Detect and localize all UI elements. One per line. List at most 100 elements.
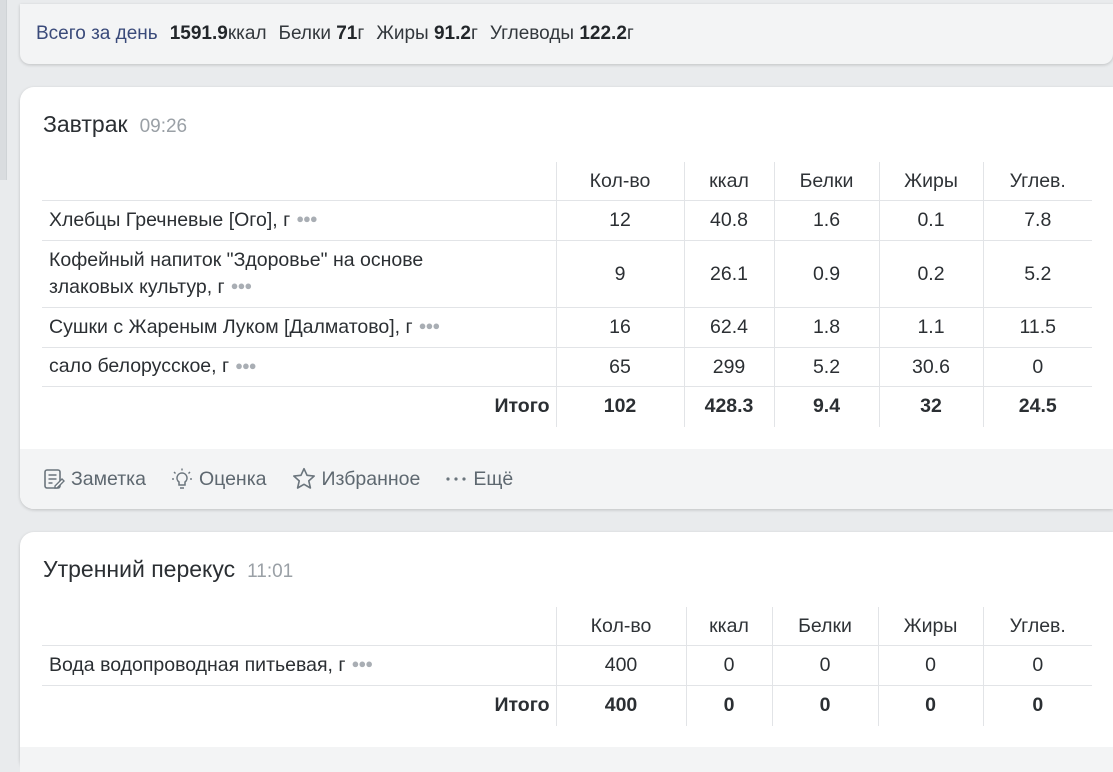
day-protein-value: 71 — [336, 23, 358, 44]
food-protein: 0.9 — [773, 240, 879, 308]
food-name[interactable]: Сушки с Жареным Луком [Далматово], г ●●● — [42, 307, 556, 348]
food-fat: 0 — [877, 645, 983, 686]
food-name[interactable]: Кофейный напиток "Здоровье" на основе зла… — [42, 240, 556, 308]
total-row: Итого 400 0 0 0 0 — [42, 685, 1092, 726]
food-kcal: 299 — [683, 347, 774, 387]
food-kcal: 0 — [685, 645, 772, 686]
food-protein: 5.2 — [773, 347, 879, 387]
meal-title-row: Завтрак 09:26 — [43, 111, 187, 138]
table-row[interactable]: Сушки с Жареным Луком [Далматово], г ●●● … — [42, 307, 1092, 348]
header-kcal: ккал — [685, 607, 772, 646]
table-row[interactable]: Хлебцы Гречневые [Ого], г ●●● 12 40.8 1.6… — [42, 200, 1092, 241]
food-name[interactable]: Хлебцы Гречневые [Ого], г ●●● — [42, 200, 556, 241]
day-carbs-unit: г — [626, 23, 634, 44]
more-horizontal-icon[interactable]: ●●● — [296, 205, 318, 232]
food-fat: 0.1 — [878, 200, 983, 241]
food-name[interactable]: Вода водопроводная питьевая, г ●●● — [42, 645, 556, 686]
food-carbs: 11.5 — [982, 307, 1092, 348]
food-fat: 0.2 — [878, 240, 983, 308]
table-header-row: Кол-во ккал Белки Жиры Углев. — [42, 162, 1092, 201]
total-protein: 0 — [771, 685, 878, 726]
rating-button[interactable]: Оценка — [170, 467, 267, 491]
total-fat: 32 — [878, 386, 983, 427]
more-button[interactable]: Ещё — [444, 467, 513, 491]
favorite-label: Избранное — [321, 467, 421, 490]
day-protein-label: Белки — [278, 23, 331, 44]
day-summary-title: Всего за день — [36, 23, 158, 44]
star-icon — [292, 467, 315, 489]
more-horizontal-icon[interactable]: ●●● — [231, 272, 253, 299]
table-row[interactable]: Вода водопроводная питьевая, г ●●● 400 0 … — [42, 645, 1092, 686]
day-protein-unit: г — [357, 23, 365, 44]
day-summary-bar: Всего за день 1591.9ккал Белки 71г Жиры … — [20, 4, 1113, 64]
meal-title: Утренний перекус — [43, 556, 236, 582]
total-label: Итого — [494, 395, 550, 418]
total-kcal: 428.3 — [683, 386, 774, 427]
note-label: Заметка — [71, 467, 146, 490]
more-horizontal-icon[interactable]: ●●● — [352, 650, 374, 677]
food-protein: 1.8 — [773, 307, 879, 348]
note-button[interactable]: Заметка — [42, 467, 146, 491]
total-row: Итого 102 428.3 9.4 32 24.5 — [42, 386, 1092, 427]
header-kcal: ккал — [683, 162, 774, 201]
header-qty: Кол-во — [555, 162, 684, 201]
meal-table: Кол-во ккал Белки Жиры Углев. Вода водоп… — [42, 607, 1092, 726]
meal-actions-bar-partial — [20, 747, 1113, 772]
food-qty: 16 — [555, 307, 684, 348]
meal-card-morning-snack: Утренний перекус 11:01 Кол-во ккал Белки … — [20, 532, 1113, 772]
food-carbs: 0 — [982, 645, 1092, 686]
day-kcal-value: 1591.9 — [169, 23, 228, 44]
meal-table: Кол-во ккал Белки Жиры Углев. Хлебцы Гре… — [42, 162, 1092, 427]
header-name — [42, 162, 556, 201]
favorite-button[interactable]: Избранное — [291, 466, 421, 492]
meal-time: 09:26 — [139, 116, 188, 137]
food-protein: 0 — [771, 645, 878, 686]
food-carbs: 5.2 — [982, 240, 1092, 308]
total-label: Итого — [494, 694, 550, 717]
lightbulb-icon — [171, 468, 192, 489]
total-carbs: 0 — [982, 685, 1092, 726]
food-kcal: 40.8 — [683, 200, 774, 241]
meal-time: 11:01 — [247, 561, 294, 582]
table-row[interactable]: сало белорусское, г ●●● 65 299 5.2 30.6 0 — [42, 347, 1092, 387]
rating-label: Оценка — [198, 467, 267, 490]
food-qty: 9 — [555, 240, 684, 308]
day-carbs-label: Углеводы — [489, 23, 575, 44]
table-row[interactable]: Кофейный напиток "Здоровье" на основе зла… — [42, 240, 1092, 308]
header-protein: Белки — [773, 162, 879, 201]
total-kcal: 0 — [685, 685, 772, 726]
food-qty: 400 — [555, 645, 686, 686]
more-horizontal-icon[interactable]: ●●● — [235, 352, 257, 379]
header-fat: Жиры — [878, 162, 983, 201]
header-carbs: Углев. — [982, 162, 1092, 201]
food-kcal: 26.1 — [683, 240, 774, 308]
total-carbs: 24.5 — [982, 386, 1092, 427]
meal-title: Завтрак — [43, 111, 128, 137]
table-header-row: Кол-во ккал Белки Жиры Углев. — [42, 607, 1092, 646]
day-carbs-value: 122.2 — [579, 23, 627, 44]
food-carbs: 7.8 — [982, 200, 1092, 241]
meal-card-breakfast: Завтрак 09:26 Кол-во ккал Белки Жиры Угле… — [20, 87, 1113, 509]
total-qty: 400 — [555, 685, 686, 726]
food-qty: 12 — [555, 200, 684, 241]
day-fat-unit: г — [470, 23, 478, 44]
header-fat: Жиры — [877, 607, 983, 646]
day-kcal-unit: ккал — [227, 23, 267, 44]
total-protein: 9.4 — [773, 386, 879, 427]
meal-title-row: Утренний перекус 11:01 — [43, 556, 293, 583]
food-fat: 1.1 — [878, 307, 983, 348]
food-fat: 30.6 — [878, 347, 983, 387]
header-carbs: Углев. — [982, 607, 1092, 646]
header-protein: Белки — [771, 607, 878, 646]
header-name — [42, 607, 556, 646]
food-protein: 1.6 — [773, 200, 879, 241]
more-horizontal-icon[interactable]: ●●● — [419, 312, 441, 339]
header-qty: Кол-во — [555, 607, 686, 646]
day-fat-label: Жиры — [376, 23, 429, 44]
food-name[interactable]: сало белорусское, г ●●● — [42, 347, 556, 387]
meal-actions-bar: Заметка Оценка Избранное Ещё — [20, 449, 1113, 509]
day-fat-value: 91.2 — [433, 23, 471, 44]
sidebar-edge — [0, 0, 7, 180]
total-qty: 102 — [555, 386, 684, 427]
total-fat: 0 — [877, 685, 983, 726]
